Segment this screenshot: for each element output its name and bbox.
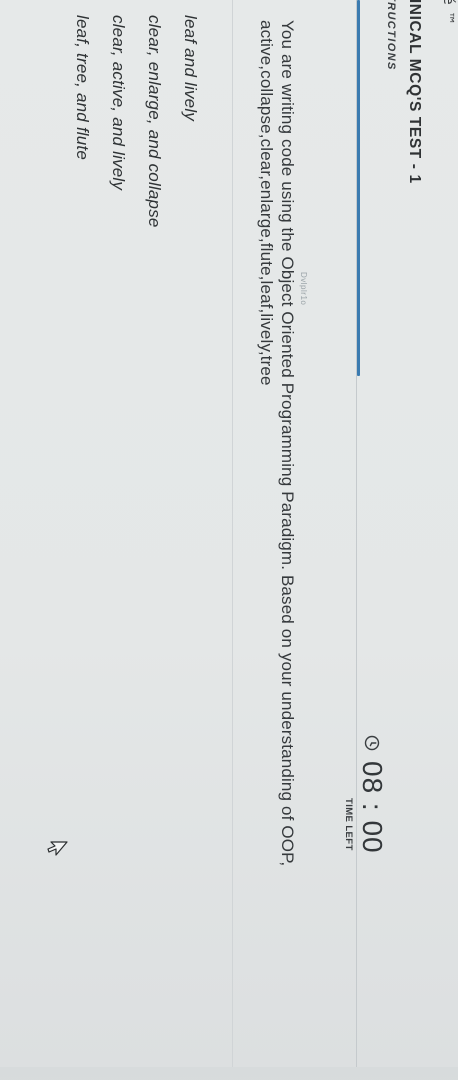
watermark-text: Dvlplr1o bbox=[299, 272, 308, 306]
question-line-2: active,collapse,clear,enlarge,flute,leaf… bbox=[257, 20, 276, 386]
option-3[interactable]: clear, active, and lively bbox=[108, 0, 128, 190]
question-line-1: You are writing code using the Object Or… bbox=[278, 20, 297, 867]
test-title: HNICAL MCQ'S TEST - 1 bbox=[406, 0, 423, 184]
option-label: clear, enlarge, and collapse bbox=[145, 15, 164, 228]
active-tab-indicator bbox=[357, 0, 360, 376]
option-label: leaf, tree, and flute bbox=[73, 15, 92, 161]
tab-instructions[interactable]: TRUCTIONS bbox=[385, 0, 397, 71]
option-label: leaf and lively bbox=[181, 15, 200, 122]
mouse-pointer-icon bbox=[47, 841, 68, 856]
app-logo: é ™ bbox=[440, 0, 456, 27]
option-2[interactable]: clear, enlarge, and collapse bbox=[144, 0, 164, 228]
header-divider bbox=[356, 0, 357, 1067]
timer-label: TIME LEFT bbox=[343, 798, 354, 851]
option-4[interactable]: leaf, tree, and flute bbox=[72, 0, 92, 160]
timer: 08 : 00 bbox=[357, 735, 388, 854]
option-1[interactable]: leaf and lively bbox=[180, 0, 200, 121]
clock-icon bbox=[364, 735, 380, 751]
test-screen: é ™ HNICAL MCQ'S TEST - 1 TRUCTIONS 08 :… bbox=[0, 0, 458, 1067]
timer-value: 08 : 00 bbox=[357, 761, 388, 854]
option-label: clear, active, and lively bbox=[109, 15, 128, 191]
question-divider bbox=[232, 0, 233, 1067]
question-text: You are writing code using the Object Or… bbox=[256, 20, 298, 1080]
